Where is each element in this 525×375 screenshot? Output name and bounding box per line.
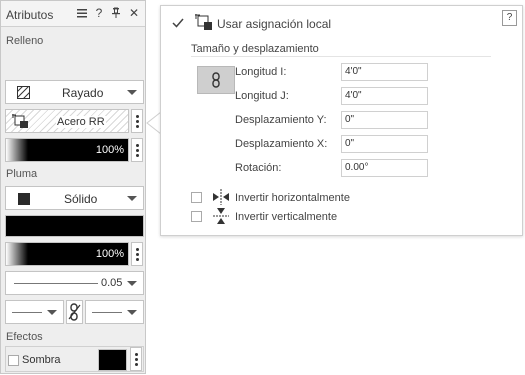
offset-x-label: Desplazamiento X: [235,138,328,150]
shadow-color-swatch[interactable] [98,349,127,371]
flip-vertical-icon [213,208,229,224]
flip-horizontal-checkbox[interactable] [191,192,202,203]
local-mapping-checkbox[interactable] [172,17,184,29]
pattern-mapping-icon [12,114,28,128]
offset-y-field[interactable]: 0" [341,111,428,129]
solid-icon [18,193,30,205]
chevron-down-icon [127,196,137,201]
length-i-label: Longitud I: [235,66,287,78]
line-weight-value: 0.05 [101,277,123,289]
pen-type-label: Sólido [64,192,98,206]
help-icon[interactable]: ? [92,5,106,21]
pen-opacity-value: 100% [95,248,124,260]
rotation-field[interactable]: 0.00° [341,159,428,177]
line-start-dropdown[interactable] [5,300,64,324]
size-offset-section-title: Tamaño y desplazamiento [191,43,319,55]
line-end-preview [92,312,122,313]
local-mapping-icon [195,14,212,30]
fill-type-dropdown[interactable]: Rayado [5,80,144,104]
flip-horizontal-label: Invertir horizontalmente [235,192,350,204]
fill-type-label: Rayado [62,86,104,100]
lock-aspect-button[interactable] [197,66,235,94]
panel-title: Atributos [6,8,54,22]
chevron-down-icon [47,310,57,315]
flip-horizontal-icon [213,189,229,205]
fill-pattern-more-button[interactable] [131,109,143,133]
line-weight-dropdown[interactable]: 0.05 [5,271,144,295]
unlink-icon [68,303,81,321]
shadow-row: Sombra [5,346,144,372]
fill-section-label: Relleno [6,35,44,47]
hatch-icon [17,86,30,99]
rotation-label: Rotación: [235,162,282,174]
attributes-panel: Atributos ? ✕ Relleno Rayado Acero RR 10… [0,0,146,374]
fill-pattern-selector[interactable]: Acero RR [5,109,129,133]
pen-section-label: Pluma [6,168,38,180]
line-end-link-button[interactable] [66,300,83,324]
pen-opacity-bar[interactable]: 100% [5,242,129,266]
fill-opacity-more-button[interactable] [131,138,143,162]
fill-opacity-bar[interactable]: 100% [5,138,129,162]
chevron-down-icon [127,90,137,95]
pin-icon[interactable] [109,5,123,21]
length-i-field[interactable]: 4'0" [341,63,428,81]
pen-opacity-more-button[interactable] [131,242,143,266]
line-start-preview [12,312,42,313]
flip-vertical-checkbox[interactable] [191,211,202,222]
line-weight-preview [14,283,98,284]
fill-pattern-label: Acero RR [56,116,106,128]
line-end-dropdown[interactable] [85,300,144,324]
section-divider [191,56,491,57]
shadow-more-button[interactable] [130,347,142,371]
shadow-checkbox[interactable] [8,355,19,366]
flip-vertical-label: Invertir verticalmente [235,211,338,223]
chevron-down-icon [127,281,137,286]
pen-color-swatch[interactable] [5,215,144,237]
close-icon[interactable]: ✕ [127,5,141,21]
help-icon[interactable]: ? [502,10,517,26]
offset-y-label: Desplazamiento Y: [235,114,327,126]
local-mapping-label: Usar asignación local [217,17,332,31]
link-icon [212,72,220,88]
length-j-field[interactable]: 4'0" [341,87,428,105]
pattern-settings-popup: ? Usar asignación local Tamaño y desplaz… [160,5,523,236]
chevron-down-icon [127,310,137,315]
pen-type-dropdown[interactable]: Sólido [5,186,144,210]
fill-opacity-value: 100% [95,144,124,156]
length-j-label: Longitud J: [235,90,289,102]
shadow-label: Sombra [22,354,61,366]
hamburger-icon[interactable] [75,5,89,21]
effects-section-label: Efectos [6,331,43,343]
panel-header: Atributos ? ✕ [1,1,145,27]
offset-x-field[interactable]: 0" [341,135,428,153]
